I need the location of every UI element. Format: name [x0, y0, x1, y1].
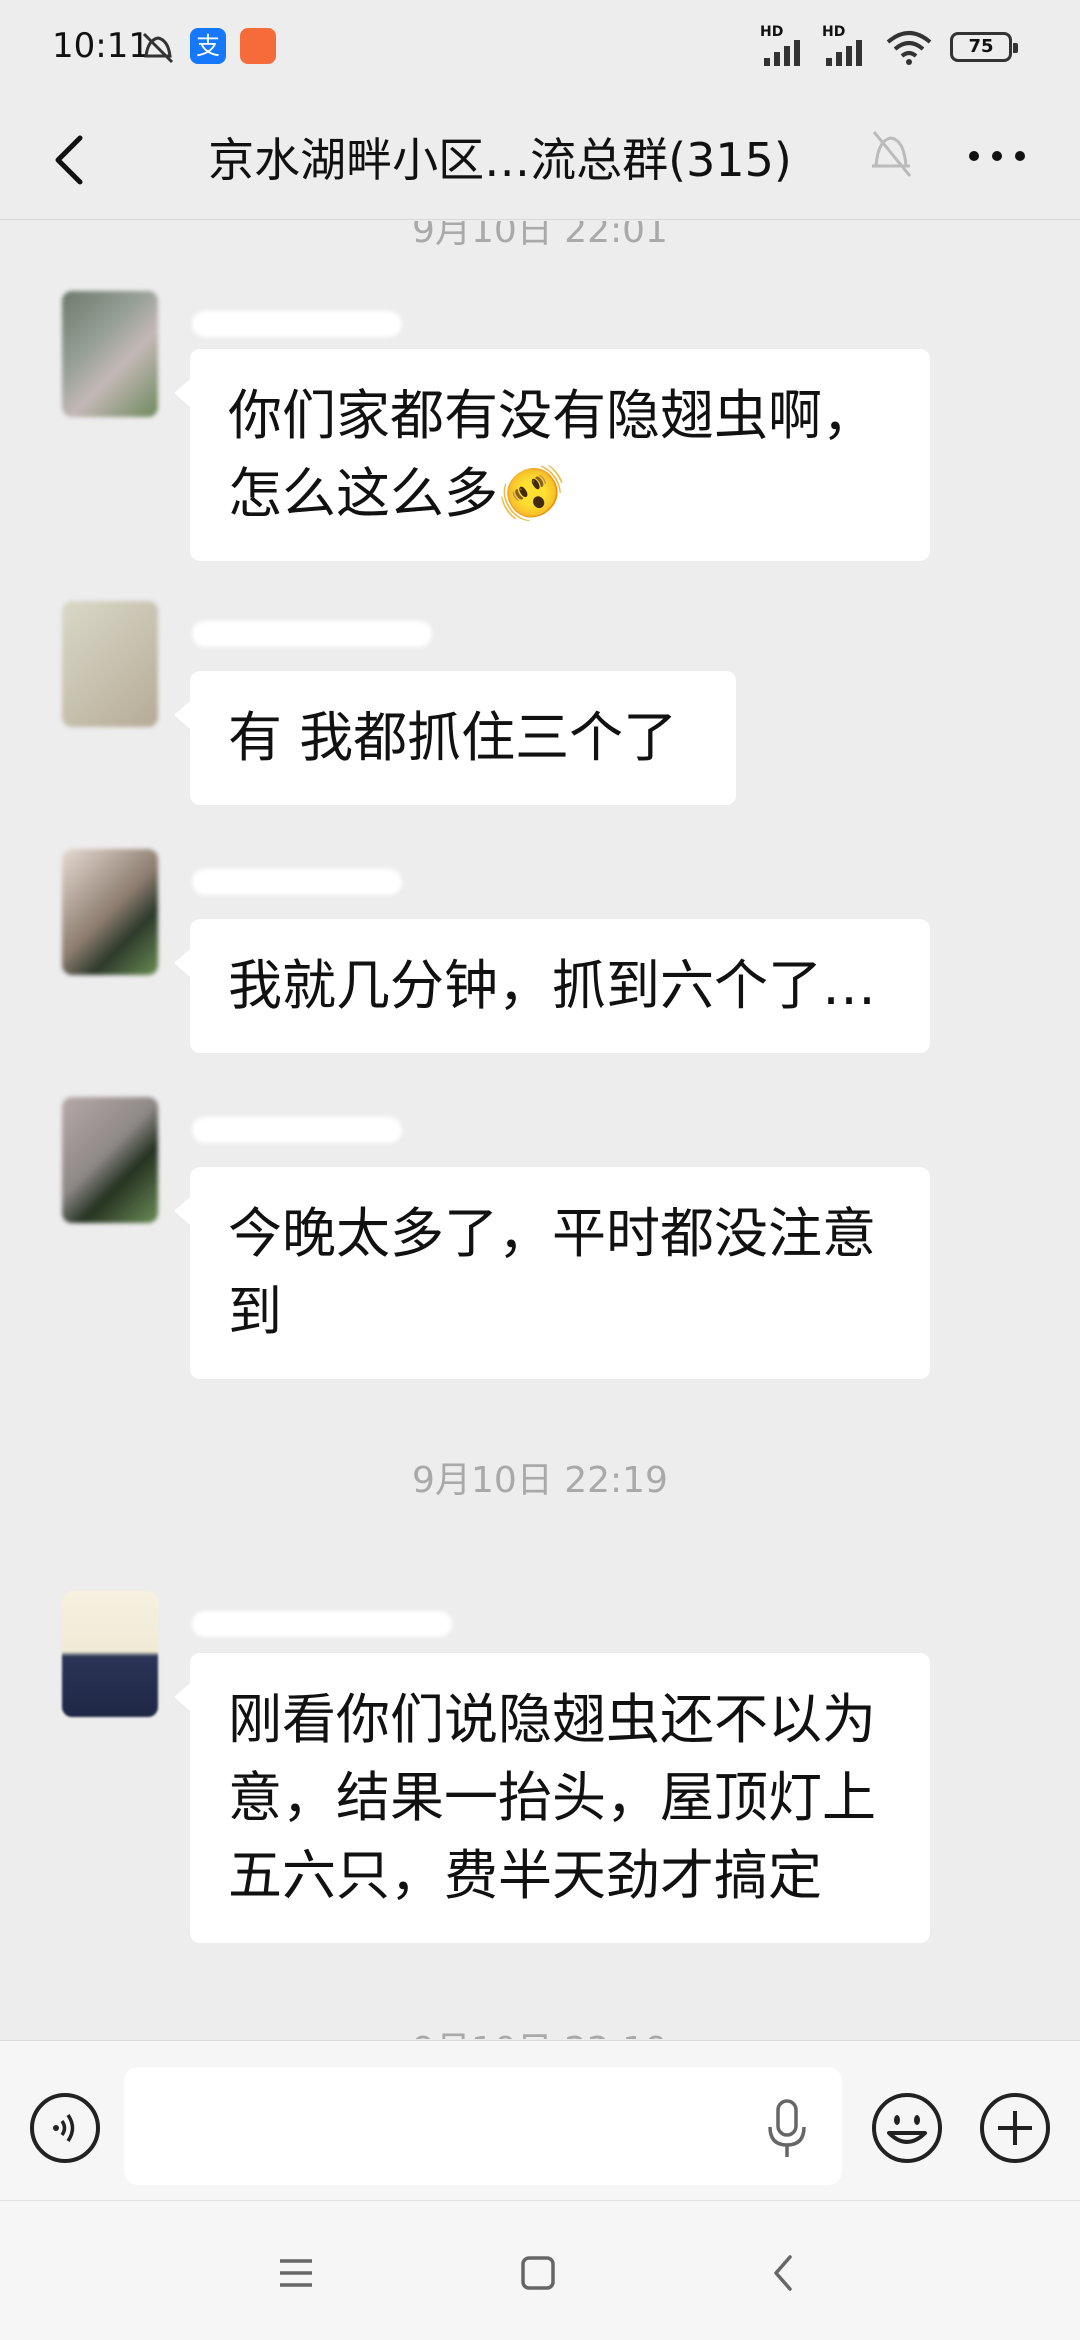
sender-name [192, 1605, 452, 1639]
message-item: 有 我都抓住三个了 [62, 601, 962, 805]
plus-icon[interactable] [978, 2091, 1052, 2165]
menu-icon[interactable] [276, 2253, 316, 2293]
message-item: 你们家都有没有隐翅虫啊，怎么这么多🫨 [62, 291, 962, 561]
message-item: 刚看你们说隐翅虫还不以为意，结果一抬头，屋顶灯上五六只，费半天劲才搞定 [62, 1591, 962, 1951]
avatar[interactable] [62, 1097, 158, 1223]
timestamp: 9月10日 22:19 [0, 2021, 1080, 2039]
message-item: 今晚太多了，平时都没注意到 [62, 1097, 962, 1379]
sender-name [192, 305, 402, 339]
home-icon[interactable] [518, 2253, 558, 2293]
message-bubble[interactable]: 刚看你们说隐翅虫还不以为意，结果一抬头，屋顶灯上五六只，费半天劲才搞定 [174, 1653, 930, 1943]
chat-area[interactable]: 9月10日 22:01 你们家都有没有隐翅虫啊，怎么这么多🫨 有 我都抓住三个了… [0, 221, 1080, 2039]
sender-name [192, 615, 432, 649]
mic-icon[interactable] [764, 2097, 810, 2161]
wifi-icon [886, 31, 932, 65]
alipay-icon: 支 [190, 28, 226, 64]
battery-indicator: 75 [950, 32, 1018, 62]
avatar[interactable] [62, 291, 158, 417]
signal-icon-2 [826, 40, 862, 66]
status-bar: 10:11 支 HD HD 75 [0, 0, 1080, 100]
message-bubble[interactable]: 有 我都抓住三个了 [174, 671, 736, 805]
chat-title: 京水湖畔小区…流总群(315) [208, 133, 792, 187]
mute-bell-icon [872, 131, 912, 177]
signal-icon-1 [764, 40, 800, 66]
avatar[interactable] [62, 849, 158, 975]
message-bubble[interactable]: 今晚太多了，平时都没注意到 [174, 1167, 930, 1379]
avatar[interactable] [62, 1591, 158, 1717]
message-input[interactable] [124, 2067, 842, 2185]
status-time: 10:11 [52, 26, 150, 66]
message-bubble[interactable]: 你们家都有没有隐翅虫啊，怎么这么多🫨 [174, 349, 930, 561]
message-item: 我就几分钟，抓到六个了… [62, 849, 962, 1053]
input-bar [0, 2040, 1080, 2200]
sender-name [192, 1111, 402, 1145]
app-notification-icon [240, 28, 276, 64]
more-icon[interactable] [962, 128, 1032, 184]
message-bubble[interactable]: 我就几分钟，抓到六个了… [174, 919, 930, 1053]
back-nav-icon[interactable] [764, 2253, 804, 2293]
timestamp: 9月10日 22:01 [412, 221, 668, 251]
sender-name [192, 863, 402, 897]
system-nav-bar [0, 2200, 1080, 2340]
chat-header: 京水湖畔小区…流总群(315) [0, 100, 1080, 220]
back-arrow-icon[interactable] [44, 124, 104, 196]
avatar[interactable] [62, 601, 158, 727]
emoji-icon[interactable] [870, 2091, 944, 2165]
voice-icon[interactable] [28, 2091, 102, 2165]
notification-off-icon [142, 32, 174, 64]
timestamp: 9月10日 22:19 [412, 1460, 668, 1501]
